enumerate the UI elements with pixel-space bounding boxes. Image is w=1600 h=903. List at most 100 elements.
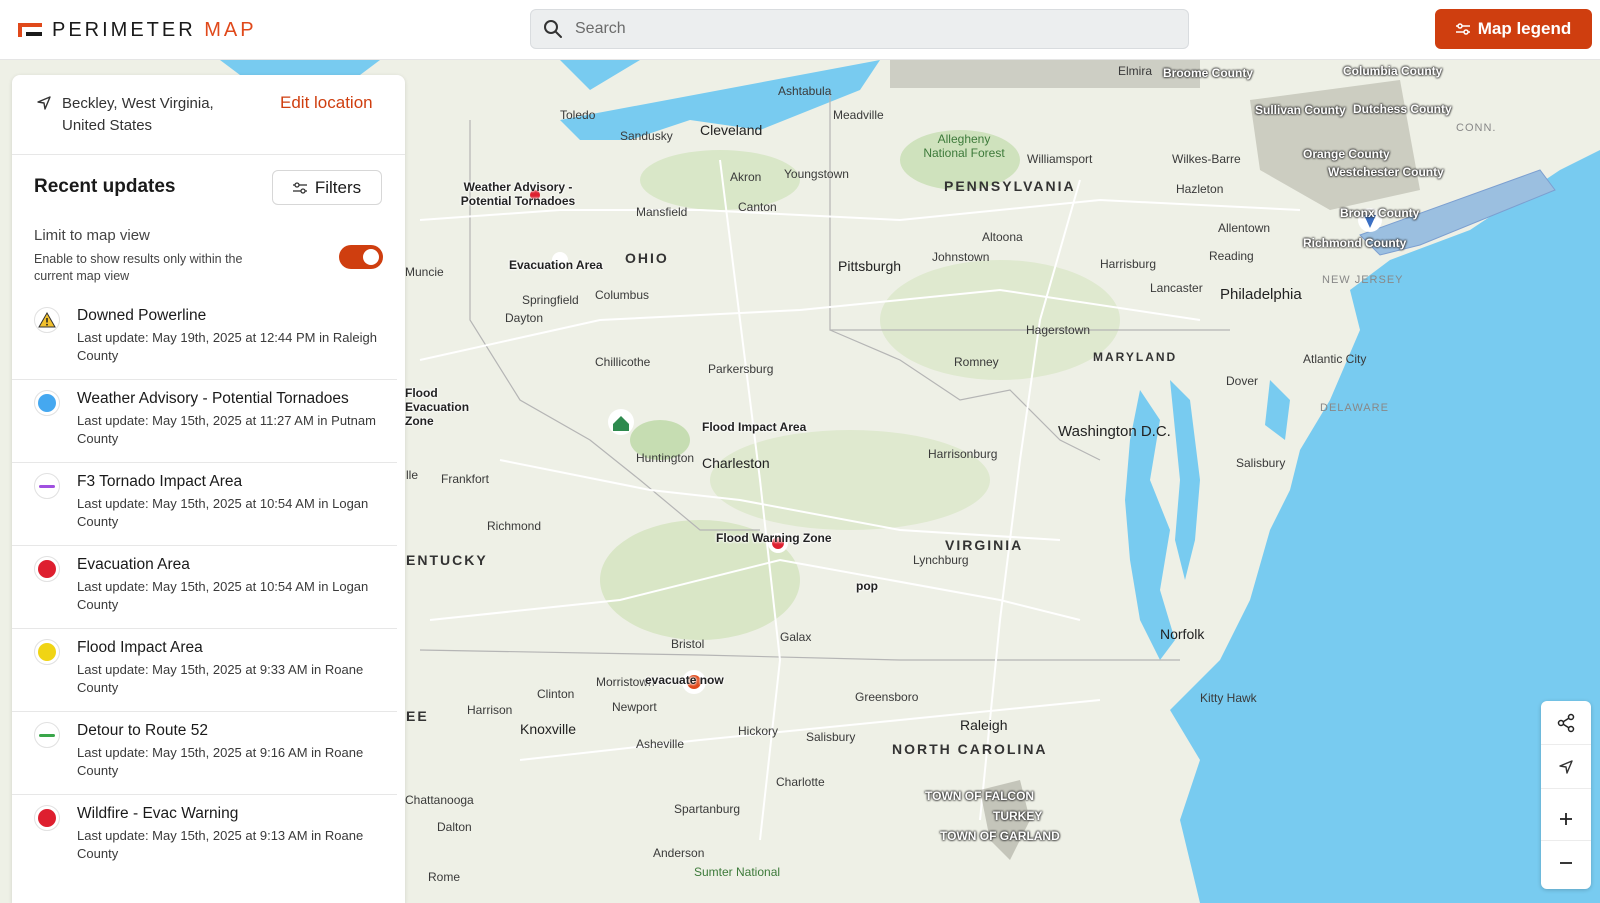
update-item[interactable]: Flood Impact Area Last update: May 15th,… bbox=[12, 629, 397, 712]
city-label: Atlantic City bbox=[1303, 352, 1367, 366]
purple-line-icon bbox=[34, 473, 60, 499]
overlay-label: Flood Evacuation Zone bbox=[405, 386, 470, 428]
update-item[interactable]: Detour to Route 52 Last update: May 15th… bbox=[12, 712, 397, 795]
map-legend-button[interactable]: Map legend bbox=[1435, 9, 1592, 49]
city-label: Altoona bbox=[982, 230, 1023, 244]
limit-to-map-view-toggle[interactable] bbox=[339, 245, 383, 269]
locate-me-button[interactable] bbox=[1541, 745, 1591, 789]
city-label: Allentown bbox=[1218, 221, 1271, 235]
update-meta: Last update: May 15th, 2025 at 9:33 AM i… bbox=[77, 662, 364, 695]
update-meta: Last update: May 15th, 2025 at 9:13 AM i… bbox=[77, 828, 364, 861]
red-dot-icon bbox=[34, 805, 60, 831]
city-label: lle bbox=[406, 468, 419, 482]
overlay-label: evacuate now bbox=[645, 673, 724, 687]
park-label: Allegheny National Forest bbox=[923, 132, 1005, 160]
update-item[interactable]: Wildfire - Evac Warning Last update: May… bbox=[12, 795, 397, 878]
warning-icon bbox=[34, 307, 60, 333]
search-input[interactable] bbox=[575, 20, 1155, 38]
top-bar: PERIMETER MAP Map legend bbox=[0, 0, 1600, 60]
city-label: Reading bbox=[1209, 249, 1254, 263]
city-label: Norfolk bbox=[1160, 626, 1205, 642]
update-item[interactable]: Downed Powerline Last update: May 19th, … bbox=[12, 297, 397, 380]
map-legend-label: Map legend bbox=[1477, 19, 1572, 38]
legend-sliders-icon bbox=[1455, 23, 1470, 35]
city-label: Lynchburg bbox=[913, 553, 969, 567]
city-label: Youngstown bbox=[784, 167, 849, 181]
update-title: Downed Powerline bbox=[77, 307, 207, 324]
zoom-out-button[interactable] bbox=[1541, 841, 1591, 885]
update-meta: Last update: May 19th, 2025 at 12:44 PM … bbox=[77, 330, 377, 363]
city-label: Greensboro bbox=[855, 690, 919, 704]
city-label: Dayton bbox=[505, 311, 544, 325]
city-label: Dover bbox=[1226, 374, 1259, 388]
update-meta: Last update: May 15th, 2025 at 10:54 AM … bbox=[77, 579, 369, 612]
county-label: Columbia County bbox=[1343, 64, 1443, 78]
search-bar[interactable] bbox=[530, 9, 1189, 49]
filters-button[interactable]: Filters bbox=[272, 170, 382, 205]
city-label: Elmira bbox=[1118, 64, 1153, 78]
zoom-in-button[interactable] bbox=[1541, 797, 1591, 841]
update-meta: Last update: May 15th, 2025 at 10:54 AM … bbox=[77, 496, 369, 529]
city-label: Chillicothe bbox=[595, 355, 651, 369]
county-label: TURKEY bbox=[993, 809, 1043, 823]
city-label: Canton bbox=[738, 200, 777, 214]
county-label: Broome County bbox=[1163, 66, 1253, 80]
city-label: Williamsport bbox=[1027, 152, 1093, 166]
overlay-label: Weather Advisory - Potential Tornadoes bbox=[460, 180, 576, 208]
edit-location-link[interactable]: Edit location bbox=[280, 93, 373, 113]
update-meta: Last update: May 15th, 2025 at 11:27 AM … bbox=[77, 413, 376, 446]
overlay-label: pop bbox=[856, 579, 878, 593]
map-controls bbox=[1541, 701, 1591, 889]
county-label: Sullivan County bbox=[1255, 103, 1346, 117]
perimeter-map-logo[interactable]: PERIMETER MAP bbox=[18, 16, 257, 44]
filters-label: Filters bbox=[314, 177, 362, 197]
city-label: Bristol bbox=[671, 637, 705, 651]
share-button[interactable] bbox=[1541, 701, 1591, 745]
logo-word-perimeter: PERIMETER bbox=[52, 18, 196, 41]
city-label: Charleston bbox=[702, 455, 770, 471]
overlay-label: Evacuation Area bbox=[509, 258, 603, 272]
city-label: Muncie bbox=[405, 265, 444, 279]
city-label: Toledo bbox=[560, 108, 596, 122]
plus-icon bbox=[1560, 812, 1572, 825]
county-label: Richmond County bbox=[1303, 236, 1407, 250]
update-title: F3 Tornado Impact Area bbox=[77, 473, 243, 490]
updates-list: Downed Powerline Last update: May 19th, … bbox=[12, 297, 397, 878]
city-label: Lancaster bbox=[1150, 281, 1203, 295]
logo-text: PERIMETER MAP bbox=[52, 19, 257, 42]
city-label: Clinton bbox=[537, 687, 575, 701]
state-label: EE bbox=[406, 708, 429, 724]
state-label: OHIO bbox=[625, 250, 669, 266]
logo-word-map: MAP bbox=[204, 18, 257, 41]
city-label: Cleveland bbox=[700, 122, 763, 138]
city-label: Asheville bbox=[636, 737, 685, 751]
city-label: Richmond bbox=[487, 519, 542, 533]
city-label: Raleigh bbox=[960, 717, 1008, 733]
city-label: Frankfort bbox=[441, 472, 490, 486]
city-label: Mansfield bbox=[636, 205, 688, 219]
recent-updates-title: Recent updates bbox=[34, 176, 176, 197]
state-label: ENTUCKY bbox=[406, 552, 488, 568]
state-label: NEW JERSEY bbox=[1322, 274, 1404, 286]
update-title: Wildfire - Evac Warning bbox=[77, 805, 239, 822]
search-icon bbox=[544, 20, 562, 38]
update-meta: Last update: May 15th, 2025 at 9:16 AM i… bbox=[77, 745, 364, 778]
state-label: PENNSYLVANIA bbox=[944, 178, 1076, 194]
county-label: Westchester County bbox=[1328, 165, 1444, 179]
update-title: Flood Impact Area bbox=[77, 639, 203, 656]
city-label: Newport bbox=[612, 700, 657, 714]
city-label: Harrisonburg bbox=[928, 447, 998, 461]
update-item[interactable]: F3 Tornado Impact Area Last update: May … bbox=[12, 463, 397, 546]
county-label: Bronx County bbox=[1340, 206, 1420, 220]
city-label: Kitty Hawk bbox=[1200, 691, 1257, 705]
update-title: Weather Advisory - Potential Tornadoes bbox=[77, 390, 349, 407]
overlay-label: Flood Impact Area bbox=[702, 420, 807, 434]
update-item[interactable]: Weather Advisory - Potential Tornadoes L… bbox=[12, 380, 397, 463]
current-location: Beckley, West Virginia, United States bbox=[62, 95, 214, 134]
update-title: Detour to Route 52 bbox=[77, 722, 208, 739]
minus-icon bbox=[1560, 862, 1572, 864]
park-label: Sumter National bbox=[694, 865, 781, 879]
update-item[interactable]: Evacuation Area Last update: May 15th, 2… bbox=[12, 546, 397, 629]
city-label: Harrisburg bbox=[1100, 257, 1157, 271]
state-label: CONN. bbox=[1456, 122, 1497, 134]
